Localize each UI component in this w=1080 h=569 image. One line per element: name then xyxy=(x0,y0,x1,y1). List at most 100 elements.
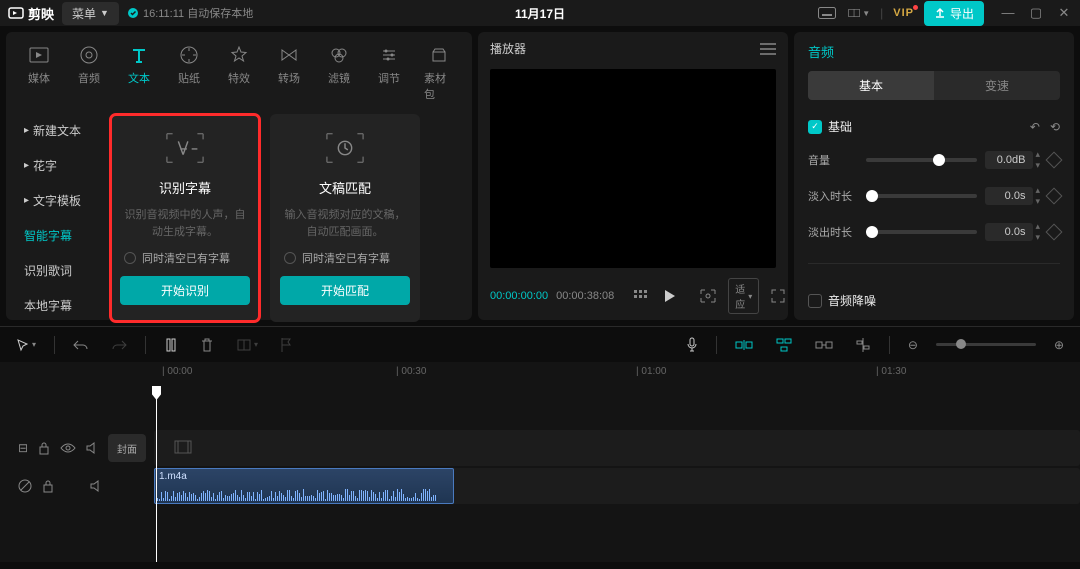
keyboard-icon[interactable] xyxy=(816,4,838,22)
tab-filter[interactable]: 滤镜 xyxy=(318,40,360,106)
card-title: 识别字幕 xyxy=(159,178,211,197)
subtitle-icon xyxy=(165,128,205,168)
export-button[interactable]: 导出 xyxy=(924,1,984,26)
start-recognition-button[interactable]: 开始识别 xyxy=(120,276,250,305)
zoom-slider[interactable] xyxy=(936,343,1036,346)
track-mute-icon[interactable] xyxy=(86,442,100,454)
snap-tool-1[interactable] xyxy=(731,339,757,351)
track-visible-icon[interactable] xyxy=(60,443,76,453)
side-item-lyrics[interactable]: 识别歌词 xyxy=(14,254,102,287)
clear-existing-checkbox[interactable]: 同时清空已有字幕 xyxy=(120,250,230,266)
side-category-list: ▸新建文本 ▸花字 ▸文字模板 智能字幕 识别歌词 本地字幕 xyxy=(14,114,102,322)
undo-icon[interactable]: ↶ xyxy=(1030,120,1040,134)
crop-tool[interactable]: ▾ xyxy=(232,338,262,352)
titlebar: 剪映 菜单 ▼ 16:11:11 自动保存本地 11月17日 ▼ | VIP 导… xyxy=(0,0,1080,26)
timeline-toolbar: ▾ ▾ ⊖ ⊕ xyxy=(0,326,1080,362)
tab-basic[interactable]: 基本 xyxy=(808,71,934,100)
fadeout-up[interactable]: ▴ xyxy=(1035,221,1040,232)
tab-audio[interactable]: 音频 xyxy=(68,40,110,106)
fullscreen-icon[interactable] xyxy=(767,289,789,303)
mic-tool[interactable] xyxy=(682,337,702,353)
fadeout-value[interactable]: 0.0s xyxy=(985,223,1033,241)
zoom-in[interactable]: ⊕ xyxy=(1050,338,1068,352)
tab-media[interactable]: 媒体 xyxy=(18,40,60,106)
cursor-tool[interactable]: ▾ xyxy=(12,338,40,352)
player-title: 播放器 xyxy=(490,40,526,57)
side-item-smart-subtitle[interactable]: 智能字幕 xyxy=(14,219,102,252)
zoom-out[interactable]: ⊖ xyxy=(904,338,922,352)
fadein-up[interactable]: ▴ xyxy=(1035,185,1040,196)
side-item-local-subtitle[interactable]: 本地字幕 xyxy=(14,289,102,322)
keyframe-icon[interactable] xyxy=(1046,152,1063,169)
tab-pack[interactable]: 素材包 xyxy=(418,40,460,106)
denoise-checkbox[interactable] xyxy=(808,294,822,308)
fadeout-slider[interactable] xyxy=(866,230,977,234)
player-controls: 00:00:00:00 00:00:38:08 适应▾ xyxy=(478,272,788,320)
basic-enabled-checkbox[interactable]: ✓ xyxy=(808,120,822,134)
layout-icon[interactable]: ▼ xyxy=(848,4,870,22)
track-collapse-icon[interactable]: ⊟ xyxy=(18,441,28,455)
volume-value[interactable]: 0.0dB xyxy=(985,151,1033,169)
menu-button[interactable]: 菜单 ▼ xyxy=(62,2,119,25)
split-tool[interactable] xyxy=(160,337,182,353)
duration-timecode: 00:00:38:08 xyxy=(556,290,614,302)
card-title: 文稿匹配 xyxy=(319,178,371,197)
align-tool[interactable] xyxy=(851,338,875,352)
fadein-down[interactable]: ▾ xyxy=(1035,196,1040,207)
timeline: | 00:00 | 00:30 | 01:00 | 01:30 ⊟ 封面 xyxy=(0,362,1080,562)
start-match-button[interactable]: 开始匹配 xyxy=(280,276,410,305)
keyframe-icon[interactable] xyxy=(1046,224,1063,241)
close-button[interactable]: ✕ xyxy=(1056,5,1072,21)
audio-track-lane[interactable]: 1.m4a xyxy=(154,468,1080,504)
fadeout-down[interactable]: ▾ xyxy=(1035,232,1040,243)
track-disable-icon[interactable] xyxy=(18,479,32,493)
track-mute-icon[interactable] xyxy=(90,480,104,492)
fadein-row: 淡入时长 0.0s ▴▾ xyxy=(808,185,1060,207)
tab-speed[interactable]: 变速 xyxy=(934,71,1060,100)
timeline-ruler[interactable]: | 00:00 | 00:30 | 01:00 | 01:30 xyxy=(156,362,1080,386)
tab-effect[interactable]: 特效 xyxy=(218,40,260,106)
tab-adjust[interactable]: 调节 xyxy=(368,40,410,106)
fadein-value[interactable]: 0.0s xyxy=(985,187,1033,205)
fadeout-row: 淡出时长 0.0s ▴▾ xyxy=(808,221,1060,243)
tab-transition[interactable]: 转场 xyxy=(268,40,310,106)
tab-sticker[interactable]: 贴纸 xyxy=(168,40,210,106)
player-panel: 播放器 00:00:00:00 00:00:38:08 适应▾ xyxy=(478,32,788,320)
side-item-fancy-text[interactable]: ▸花字 xyxy=(14,149,102,182)
properties-panel: 音频 基本 变速 ✓ 基础 ↶ ⟲ 音量 0.0dB ▴▾ 淡入时长 xyxy=(794,32,1074,320)
flag-tool[interactable] xyxy=(276,337,296,353)
cover-button[interactable]: 封面 xyxy=(108,434,146,462)
properties-tabs: 基本 变速 xyxy=(808,71,1060,100)
track-lock-icon[interactable] xyxy=(38,441,50,455)
fadein-slider[interactable] xyxy=(866,194,977,198)
reset-icon[interactable]: ⟲ xyxy=(1050,120,1060,134)
fit-button[interactable]: 适应▾ xyxy=(728,278,759,314)
card-description: 输入音视频对应的文稿，自动匹配画面。 xyxy=(280,207,410,240)
player-menu-icon[interactable] xyxy=(760,43,776,55)
side-item-text-template[interactable]: ▸文字模板 xyxy=(14,184,102,217)
subtitle-recognition-card: 识别字幕 识别音视频中的人声，自动生成字幕。 同时清空已有字幕 开始识别 xyxy=(110,114,260,322)
vip-badge[interactable]: VIP xyxy=(893,7,914,19)
minimize-button[interactable]: — xyxy=(1000,5,1016,21)
play-button[interactable] xyxy=(660,289,680,303)
player-viewport[interactable] xyxy=(490,69,776,268)
project-title: 11月17日 xyxy=(515,5,565,22)
maximize-button[interactable]: ▢ xyxy=(1028,5,1044,21)
link-tool[interactable] xyxy=(811,339,837,351)
video-track-lane[interactable] xyxy=(154,430,1080,466)
side-item-new-text[interactable]: ▸新建文本 xyxy=(14,114,102,147)
delete-tool[interactable] xyxy=(196,337,218,353)
volume-up[interactable]: ▴ xyxy=(1035,149,1040,160)
snap-tool-2[interactable] xyxy=(771,338,797,352)
audio-clip[interactable]: 1.m4a xyxy=(154,468,454,504)
volume-down[interactable]: ▾ xyxy=(1035,160,1040,171)
grid-view-icon[interactable] xyxy=(630,290,652,302)
keyframe-icon[interactable] xyxy=(1046,188,1063,205)
original-ratio-icon[interactable] xyxy=(696,289,720,303)
tab-text[interactable]: 文本 xyxy=(118,40,160,106)
track-lock-icon[interactable] xyxy=(42,479,54,493)
volume-slider[interactable] xyxy=(866,158,977,162)
undo-button[interactable] xyxy=(69,338,93,352)
clear-existing-checkbox[interactable]: 同时清空已有字幕 xyxy=(280,250,390,266)
redo-button[interactable] xyxy=(107,338,131,352)
